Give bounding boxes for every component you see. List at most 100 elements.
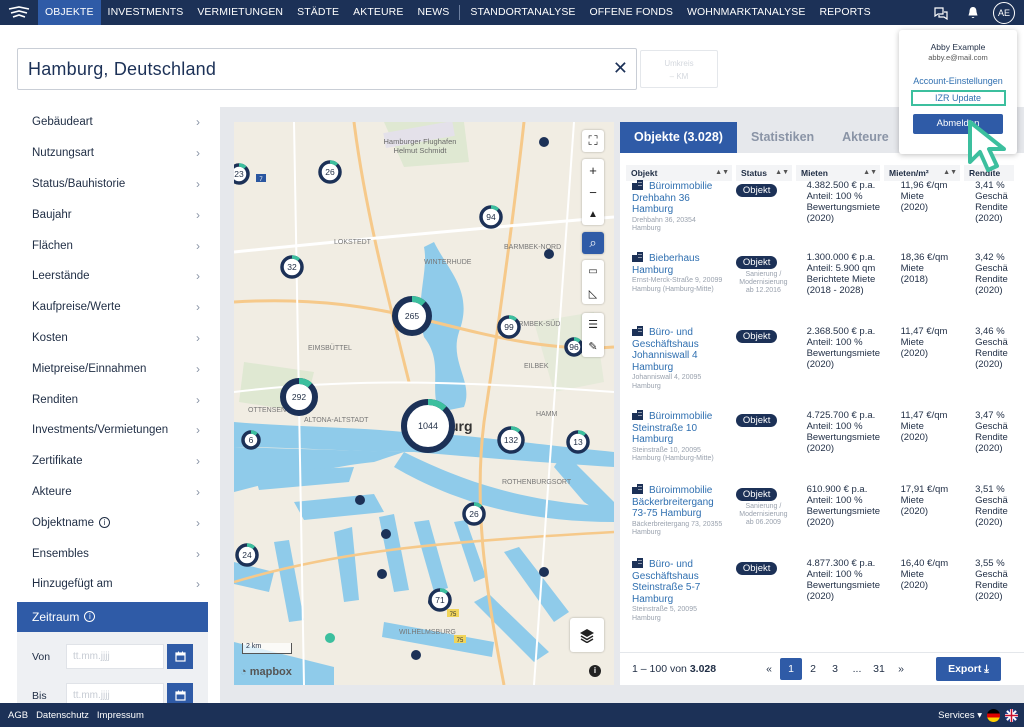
property-map[interactable]: Hamburger Flughafen Helmut Schmidt LOKST… xyxy=(234,122,614,685)
fullscreen-icon[interactable]: ⛶ xyxy=(582,130,604,152)
col-mieten[interactable]: Mieten ▲▼ xyxy=(796,165,880,181)
nav-wohnmarktanalyse[interactable]: WOHNMARKTANALYSE xyxy=(680,0,812,25)
table-row[interactable]: Büroimmobilie Steinstraße 10 Hamburg Stei… xyxy=(620,410,1024,464)
map-cluster[interactable]: 292 xyxy=(280,378,318,416)
page-1[interactable]: 1 xyxy=(780,658,802,680)
account-settings-link[interactable]: Account-Einstellungen xyxy=(899,76,1017,86)
filter-item[interactable]: Objektname i › xyxy=(17,507,208,538)
location-search-input[interactable]: Hamburg, Deutschland ✕ xyxy=(17,48,637,90)
filter-zeitraum[interactable]: Zeitraum i xyxy=(17,601,208,632)
nav-staedte[interactable]: STÄDTE xyxy=(290,0,346,25)
angle-icon[interactable]: ◺ xyxy=(582,282,604,304)
from-date-input[interactable]: tt.mm.jjjj xyxy=(66,644,164,670)
nav-investments[interactable]: INVESTMENTS xyxy=(101,0,191,25)
radius-select[interactable]: Umkreis – KM xyxy=(640,50,718,88)
page-first[interactable]: « xyxy=(758,658,780,680)
map-cluster[interactable]: 99 xyxy=(497,315,521,339)
calendar-icon[interactable] xyxy=(167,644,193,670)
filter-item[interactable]: Zertifikate › xyxy=(17,446,208,477)
page-31[interactable]: 31 xyxy=(868,658,890,680)
map-cluster[interactable]: 71 xyxy=(428,588,452,612)
filter-item[interactable]: Investments/Vermietungen › xyxy=(17,415,208,446)
zoom-in-icon[interactable]: + xyxy=(582,159,604,181)
izr-update-link[interactable]: IZR Update xyxy=(910,90,1006,106)
info-icon[interactable]: i xyxy=(84,611,96,623)
clear-icon[interactable]: ✕ xyxy=(613,58,628,79)
object-title[interactable]: Büro- und Geschäftshaus Steinstraße 5-7 … xyxy=(632,558,726,605)
map-cluster[interactable]: 132 xyxy=(497,426,525,454)
avatar[interactable]: AE xyxy=(993,1,1015,24)
object-title[interactable]: Büroimmobilie Drehbahn 36 Hamburg xyxy=(632,180,726,216)
object-title[interactable]: Büro- und Geschäftshaus Johanniswall 4 H… xyxy=(632,326,726,373)
nav-objekte[interactable]: OBJEKTE xyxy=(38,0,101,25)
filter-item[interactable]: Kosten › xyxy=(17,323,208,354)
info-icon[interactable]: i xyxy=(589,665,601,677)
map-cluster[interactable]: 24 xyxy=(235,543,259,567)
object-title[interactable]: Büroimmobilie Bäckerbreitergang 73-75 Ha… xyxy=(632,484,726,520)
filter-item[interactable]: Renditen › xyxy=(17,384,208,415)
layers-icon[interactable] xyxy=(570,618,604,652)
search-area-control[interactable]: ⌕ xyxy=(582,232,604,254)
nav-standortanalyse[interactable]: STANDORTANALYSE xyxy=(463,0,582,25)
filter-item[interactable]: Kaufpreise/Werte › xyxy=(17,292,208,323)
object-title[interactable]: Büroimmobilie Steinstraße 10 Hamburg xyxy=(632,410,726,446)
map-cluster[interactable]: 32 xyxy=(280,255,304,279)
tab-akteure[interactable]: Akteure xyxy=(828,122,903,153)
object-title[interactable]: Bieberhaus Hamburg xyxy=(632,252,726,276)
map-cluster[interactable]: 26 xyxy=(462,502,486,526)
uk-flag-icon[interactable] xyxy=(1005,708,1018,722)
map-cluster[interactable]: 26 xyxy=(318,160,342,184)
layers-control[interactable] xyxy=(570,618,604,652)
filter-item[interactable]: Gebäudeart › xyxy=(17,107,208,138)
table-row[interactable]: Büroimmobilie Drehbahn 36 Hamburg Drehbah… xyxy=(620,180,1024,234)
export-button[interactable]: Export ⤓ xyxy=(936,657,1001,681)
table-row[interactable]: Büroimmobilie Bäckerbreitergang 73-75 Ha… xyxy=(620,484,1024,538)
german-flag-icon[interactable] xyxy=(987,708,1000,722)
filter-item[interactable]: Mietpreise/Einnahmen › xyxy=(17,353,208,384)
info-icon[interactable]: i xyxy=(99,517,111,529)
footer-datenschutz[interactable]: Datenschutz xyxy=(36,710,89,721)
pencil-icon[interactable]: ✎ xyxy=(582,335,604,357)
table-row[interactable]: Büro- und Geschäftshaus Johanniswall 4 H… xyxy=(620,326,1024,391)
nav-news[interactable]: NEWS xyxy=(410,0,456,25)
nav-akteure[interactable]: AKTEURE xyxy=(346,0,410,25)
zoom-out-icon[interactable]: − xyxy=(582,181,604,203)
map-cluster[interactable]: 94 xyxy=(479,205,503,229)
tab-objekte[interactable]: Objekte (3.028) xyxy=(620,122,737,153)
filter-item[interactable]: Baujahr › xyxy=(17,199,208,230)
map-cluster[interactable]: 13 xyxy=(566,430,590,454)
tab-statistiken[interactable]: Statistiken xyxy=(737,122,828,153)
filter-item[interactable]: Leerstände › xyxy=(17,261,208,292)
page-3[interactable]: 3 xyxy=(824,658,846,680)
filter-item[interactable]: Status/Bauhistorie › xyxy=(17,169,208,200)
nav-vermietungen[interactable]: VERMIETUNGEN xyxy=(190,0,290,25)
fullscreen-control[interactable]: ⛶ xyxy=(582,130,604,152)
table-row[interactable]: Büro- und Geschäftshaus Steinstraße 5-7 … xyxy=(620,558,1024,623)
compass-icon[interactable]: ▲ xyxy=(582,203,604,225)
services-menu[interactable]: Services ▾ xyxy=(938,710,982,721)
col-status[interactable]: Status ▲▼ xyxy=(736,165,792,181)
map-cluster[interactable]: 6 xyxy=(241,430,261,450)
page-last[interactable]: » xyxy=(890,658,912,680)
footer-impressum[interactable]: Impressum xyxy=(97,710,144,721)
map-cluster[interactable]: 96 xyxy=(564,337,584,357)
filter-item[interactable]: Nutzungsart › xyxy=(17,138,208,169)
map-cluster[interactable]: 23 xyxy=(234,163,250,185)
map-cluster[interactable]: 1044 xyxy=(401,399,455,453)
ruler-icon[interactable]: ▭ xyxy=(582,260,604,282)
filter-item[interactable]: Hinzugefügt am › xyxy=(17,569,208,600)
filter-item[interactable]: Ensembles › xyxy=(17,538,208,569)
map-cluster[interactable]: 265 xyxy=(392,296,432,336)
filter-item[interactable]: Flächen › xyxy=(17,230,208,261)
list-icon[interactable]: ☰ xyxy=(582,313,604,335)
table-row[interactable]: Bieberhaus Hamburg Ernst-Merck-Straße 9, … xyxy=(620,252,1024,296)
page-2[interactable]: 2 xyxy=(802,658,824,680)
footer-agb[interactable]: AGB xyxy=(8,710,28,721)
filter-item[interactable]: Akteure › xyxy=(17,477,208,508)
logo[interactable] xyxy=(0,0,38,25)
nav-offene-fonds[interactable]: OFFENE FONDS xyxy=(583,0,680,25)
bell-icon[interactable] xyxy=(957,0,989,25)
col-objekt[interactable]: Objekt ▲▼ xyxy=(626,165,732,181)
search-area-icon[interactable]: ⌕ xyxy=(582,232,604,254)
nav-reports[interactable]: REPORTS xyxy=(812,0,877,25)
